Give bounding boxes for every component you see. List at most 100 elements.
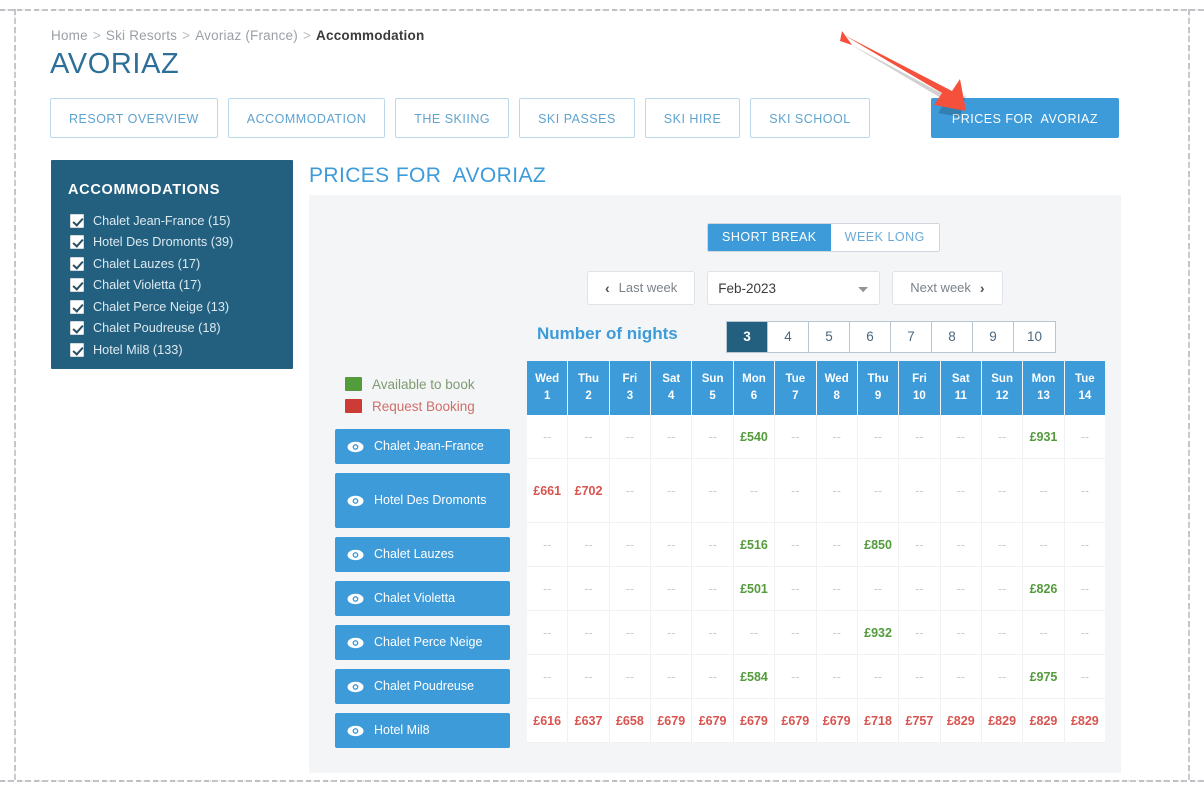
tab-resort-overview[interactable]: RESORT OVERVIEW xyxy=(50,98,218,138)
calendar-date-header: Sat 4 xyxy=(651,361,693,416)
price-cell[interactable]: £679 xyxy=(775,699,817,743)
calendar-date-header: Sat 11 xyxy=(940,361,982,416)
tab-ski-school[interactable]: SKI SCHOOL xyxy=(750,98,870,138)
nights-option-4[interactable]: 4 xyxy=(768,322,809,352)
price-cell: -- xyxy=(734,459,776,523)
break-option-short-break[interactable]: SHORT BREAK xyxy=(708,224,831,251)
price-cell[interactable]: £540 xyxy=(734,415,776,459)
price-cell[interactable]: £826 xyxy=(1023,567,1065,611)
nights-option-10[interactable]: 10 xyxy=(1014,322,1055,352)
last-week-button[interactable]: ‹ Last week xyxy=(587,271,696,305)
price-cell: -- xyxy=(982,415,1024,459)
breadcrumb-item-avoriaz-france[interactable]: Avoriaz (France) xyxy=(195,28,298,43)
nights-option-9[interactable]: 9 xyxy=(973,322,1014,352)
calendar-day-name: Fri xyxy=(622,373,638,385)
price-cell[interactable]: £829 xyxy=(982,699,1024,743)
calendar-date-header: Sun 12 xyxy=(981,361,1024,416)
nights-option-3[interactable]: 3 xyxy=(727,322,768,352)
price-cell[interactable]: £975 xyxy=(1023,655,1065,699)
hotel-row-button[interactable]: Hotel Mil8 xyxy=(335,713,510,748)
breadcrumb-item-ski-resorts[interactable]: Ski Resorts xyxy=(106,28,177,43)
prices-for-avoriaz-button[interactable]: PRICES FOR AVORIAZ xyxy=(930,98,1119,138)
price-cell: -- xyxy=(858,459,900,523)
accommodation-filter-item[interactable]: Chalet Lauzes (17) xyxy=(51,253,293,275)
break-option-week-long[interactable]: WEEK LONG xyxy=(830,224,939,251)
hotel-row-button[interactable]: Chalet Perce Neige xyxy=(335,625,510,660)
checkbox-checked-icon[interactable] xyxy=(70,321,84,336)
tab-accommodation[interactable]: ACCOMMODATION xyxy=(227,98,386,138)
calendar-date-header: Tue 7 xyxy=(775,361,817,416)
frame-mask-left xyxy=(0,0,14,800)
month-select[interactable]: Feb-2023 xyxy=(707,271,881,305)
price-cell: -- xyxy=(817,655,858,699)
torn-edge-bottom xyxy=(0,780,1204,782)
price-cell[interactable]: £829 xyxy=(1023,699,1065,743)
checkbox-checked-icon[interactable] xyxy=(70,278,84,293)
nights-option-5[interactable]: 5 xyxy=(809,322,850,352)
price-cell[interactable]: £501 xyxy=(734,567,776,611)
accommodation-filter-item[interactable]: Hotel Des Dromonts (39) xyxy=(51,232,293,254)
price-cell[interactable]: £757 xyxy=(899,699,941,743)
price-cell[interactable]: £679 xyxy=(734,699,776,743)
checkbox-checked-icon[interactable] xyxy=(70,342,84,357)
accommodation-filter-item[interactable]: Chalet Jean-France (15) xyxy=(51,210,293,232)
next-week-button[interactable]: Next week › xyxy=(892,271,1003,305)
tab-ski-hire[interactable]: SKI HIRE xyxy=(644,98,741,138)
tab-ski-passes[interactable]: SKI PASSES xyxy=(519,98,635,138)
accommodation-filter-item[interactable]: Hotel Mil8 (133) xyxy=(51,339,293,361)
hotel-row-button[interactable]: Hotel Des Dromonts xyxy=(335,473,510,528)
calendar-day-number: 5 xyxy=(709,389,716,402)
legend-label: Available to book xyxy=(372,376,475,392)
hotel-row-button[interactable]: Chalet Lauzes xyxy=(335,537,510,572)
frame-mask-right xyxy=(1190,0,1204,800)
price-cell[interactable]: £718 xyxy=(858,699,900,743)
nights-option-6[interactable]: 6 xyxy=(850,322,891,352)
price-cell: -- xyxy=(651,567,693,611)
price-cell[interactable]: £616 xyxy=(527,699,569,743)
checkbox-checked-icon[interactable] xyxy=(70,213,84,228)
calendar-day-number: 1 xyxy=(543,389,551,402)
price-cell[interactable]: £516 xyxy=(734,523,776,567)
price-cell: -- xyxy=(568,523,610,567)
hotel-row-label: Hotel Mil8 xyxy=(374,722,430,737)
accommodation-filter-item[interactable]: Chalet Perce Neige (13) xyxy=(51,296,293,318)
tab-the-skiing[interactable]: THE SKIING xyxy=(395,98,510,138)
price-cell[interactable]: £829 xyxy=(941,699,982,743)
hotel-row-label: Hotel Des Dromonts xyxy=(374,492,487,507)
hotel-row-button[interactable]: Chalet Poudreuse xyxy=(335,669,510,704)
checkbox-checked-icon[interactable] xyxy=(70,235,84,250)
price-cell[interactable]: £679 xyxy=(651,699,693,743)
calendar-day-number: 12 xyxy=(995,389,1009,402)
price-cell[interactable]: £679 xyxy=(817,699,858,743)
price-cell: -- xyxy=(775,655,817,699)
price-cell[interactable]: £829 xyxy=(1065,699,1105,742)
accommodation-filter-item[interactable]: Chalet Violetta (17) xyxy=(51,275,293,297)
hotel-row-button[interactable]: Chalet Violetta xyxy=(335,581,510,616)
checkbox-checked-icon[interactable] xyxy=(70,299,84,314)
calendar-price-row: -- -- -- -- -- -- -- -- £932 -- -- -- -- -- xyxy=(527,611,1105,656)
hotel-row-button[interactable]: Chalet Jean-France xyxy=(335,429,510,464)
nights-option-7[interactable]: 7 xyxy=(891,322,932,352)
price-cell[interactable]: £850 xyxy=(858,523,900,567)
price-cell: -- xyxy=(610,523,652,567)
price-cell[interactable]: £702 xyxy=(568,459,610,523)
accommodation-filter-item[interactable]: Chalet Poudreuse (18) xyxy=(51,318,293,340)
calendar-day-number: 4 xyxy=(668,389,675,402)
price-cell[interactable]: £932 xyxy=(858,611,900,655)
checkbox-checked-icon[interactable] xyxy=(70,256,84,271)
price-cell: -- xyxy=(692,523,734,567)
nights-option-8[interactable]: 8 xyxy=(932,322,973,352)
price-cell[interactable]: £661 xyxy=(527,459,569,523)
price-cell: -- xyxy=(817,567,858,611)
price-cell[interactable]: £658 xyxy=(610,699,652,743)
price-cell[interactable]: £637 xyxy=(568,699,610,743)
calendar-date-header: Mon 6 xyxy=(733,361,776,416)
price-cell[interactable]: £679 xyxy=(692,699,734,743)
price-cell[interactable]: £584 xyxy=(734,655,776,699)
breadcrumb-item-home[interactable]: Home xyxy=(51,28,88,43)
calendar-day-name: Sun xyxy=(701,373,724,385)
accommodations-sidebar: ACCOMMODATIONS Chalet Jean-France (15) Ho… xyxy=(51,160,293,369)
price-cell: -- xyxy=(858,655,900,699)
calendar-day-name: Wed xyxy=(824,373,849,385)
price-cell[interactable]: £931 xyxy=(1023,415,1065,459)
